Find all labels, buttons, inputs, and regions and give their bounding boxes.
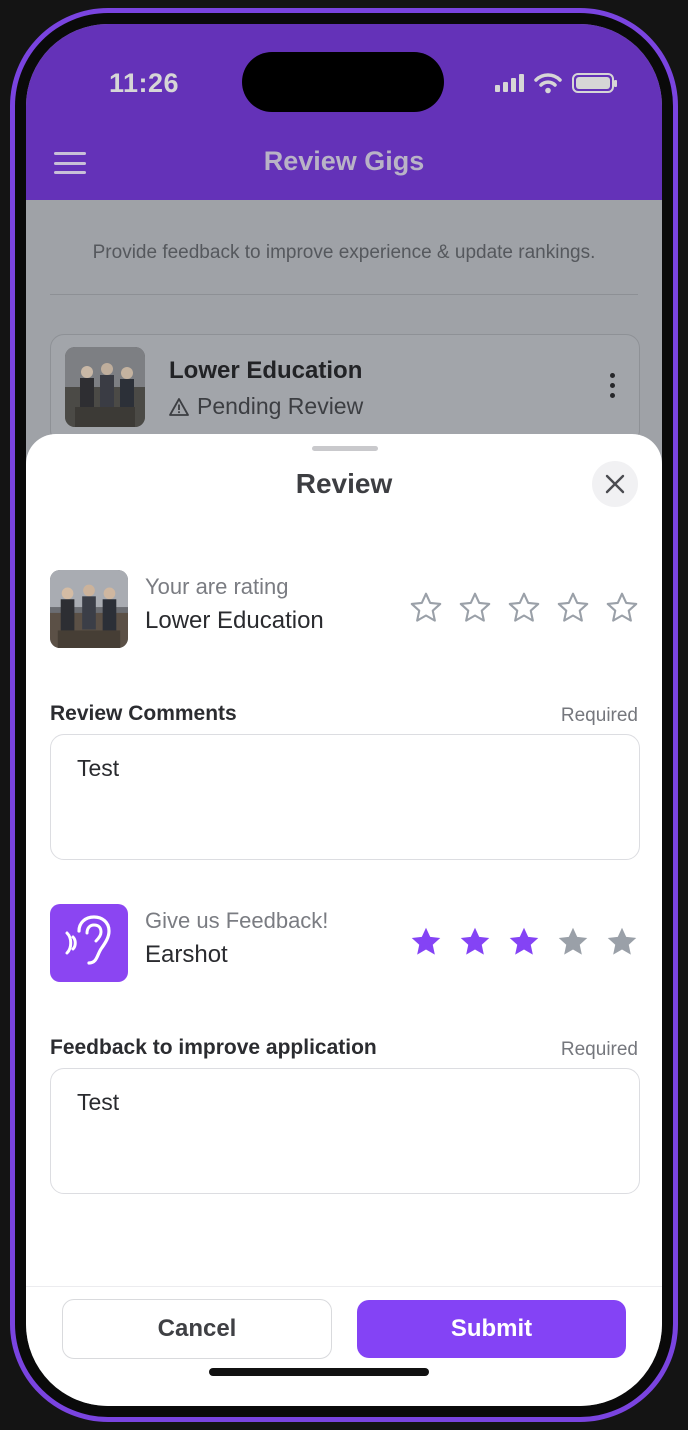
star-outline-icon[interactable] [408, 590, 444, 626]
star-outline-icon[interactable] [506, 590, 542, 626]
app-name: Earshot [145, 941, 228, 968]
gig-thumbnail [65, 347, 145, 427]
warning-icon [169, 397, 189, 416]
rating-target-name: Lower Education [145, 607, 324, 634]
earshot-logo [50, 904, 128, 982]
gig-name: Lower Education [169, 357, 363, 384]
drag-handle[interactable] [312, 446, 378, 451]
phone-frame: 11:26 Review Gigs Provide feedback to im… [10, 8, 678, 1422]
feedback-label: Feedback to improve application [50, 1036, 377, 1059]
rating-kicker: Your are rating [145, 574, 289, 599]
app-star-rating[interactable] [408, 924, 640, 960]
star-filled-icon[interactable] [408, 924, 444, 960]
app-rating-row: Give us Feedback! Earshot [50, 904, 640, 984]
gig-status-label: Pending Review [197, 393, 364, 419]
battery-icon [572, 73, 617, 93]
app-header: 11:26 Review Gigs [26, 24, 662, 200]
submit-button[interactable]: Submit [357, 1300, 626, 1358]
close-icon [605, 474, 625, 494]
status-icons [495, 72, 617, 94]
dynamic-island [242, 52, 444, 112]
page-subtitle: Provide feedback to improve experience &… [92, 242, 596, 263]
wifi-icon [534, 73, 562, 94]
gig-rating-row: Your are rating Lower Education [50, 570, 640, 650]
star-outline-icon[interactable] [457, 590, 493, 626]
star-filled-icon[interactable] [457, 924, 493, 960]
star-outline-icon[interactable] [555, 590, 591, 626]
ear-sound-icon [65, 915, 111, 965]
home-indicator[interactable] [209, 1368, 429, 1376]
feedback-required: Required [560, 1039, 638, 1060]
sheet-title: Review [295, 468, 393, 499]
gig-star-rating[interactable] [408, 590, 640, 626]
status-time: 11:26 [109, 68, 180, 98]
kebab-icon[interactable] [610, 373, 615, 398]
review-sheet: Review Your are rating Lower Education R… [26, 434, 662, 1406]
footer-divider [26, 1286, 662, 1287]
feedback-kicker: Give us Feedback! [145, 908, 329, 933]
cellular-signal-icon [495, 74, 524, 92]
review-comments-required: Required [560, 705, 638, 726]
gig-card[interactable]: Lower Education Pending Review [50, 334, 640, 444]
review-comments-label: Review Comments [50, 702, 237, 725]
review-comments-field[interactable]: Test [50, 734, 640, 860]
close-button[interactable] [592, 461, 638, 507]
screen: 11:26 Review Gigs Provide feedback to im… [26, 24, 662, 1406]
divider [50, 294, 638, 295]
feedback-field[interactable]: Test [50, 1068, 640, 1194]
star-filled-icon[interactable] [506, 924, 542, 960]
star-filled-icon[interactable] [555, 924, 591, 960]
cancel-button[interactable]: Cancel [62, 1299, 332, 1359]
page-title: Review Gigs [263, 146, 425, 176]
gig-status: Pending Review [169, 393, 363, 420]
phone-bezel: 11:26 Review Gigs Provide feedback to im… [15, 13, 673, 1417]
gig-rating-thumbnail [50, 570, 128, 648]
star-outline-icon[interactable] [604, 590, 640, 626]
star-filled-icon[interactable] [604, 924, 640, 960]
